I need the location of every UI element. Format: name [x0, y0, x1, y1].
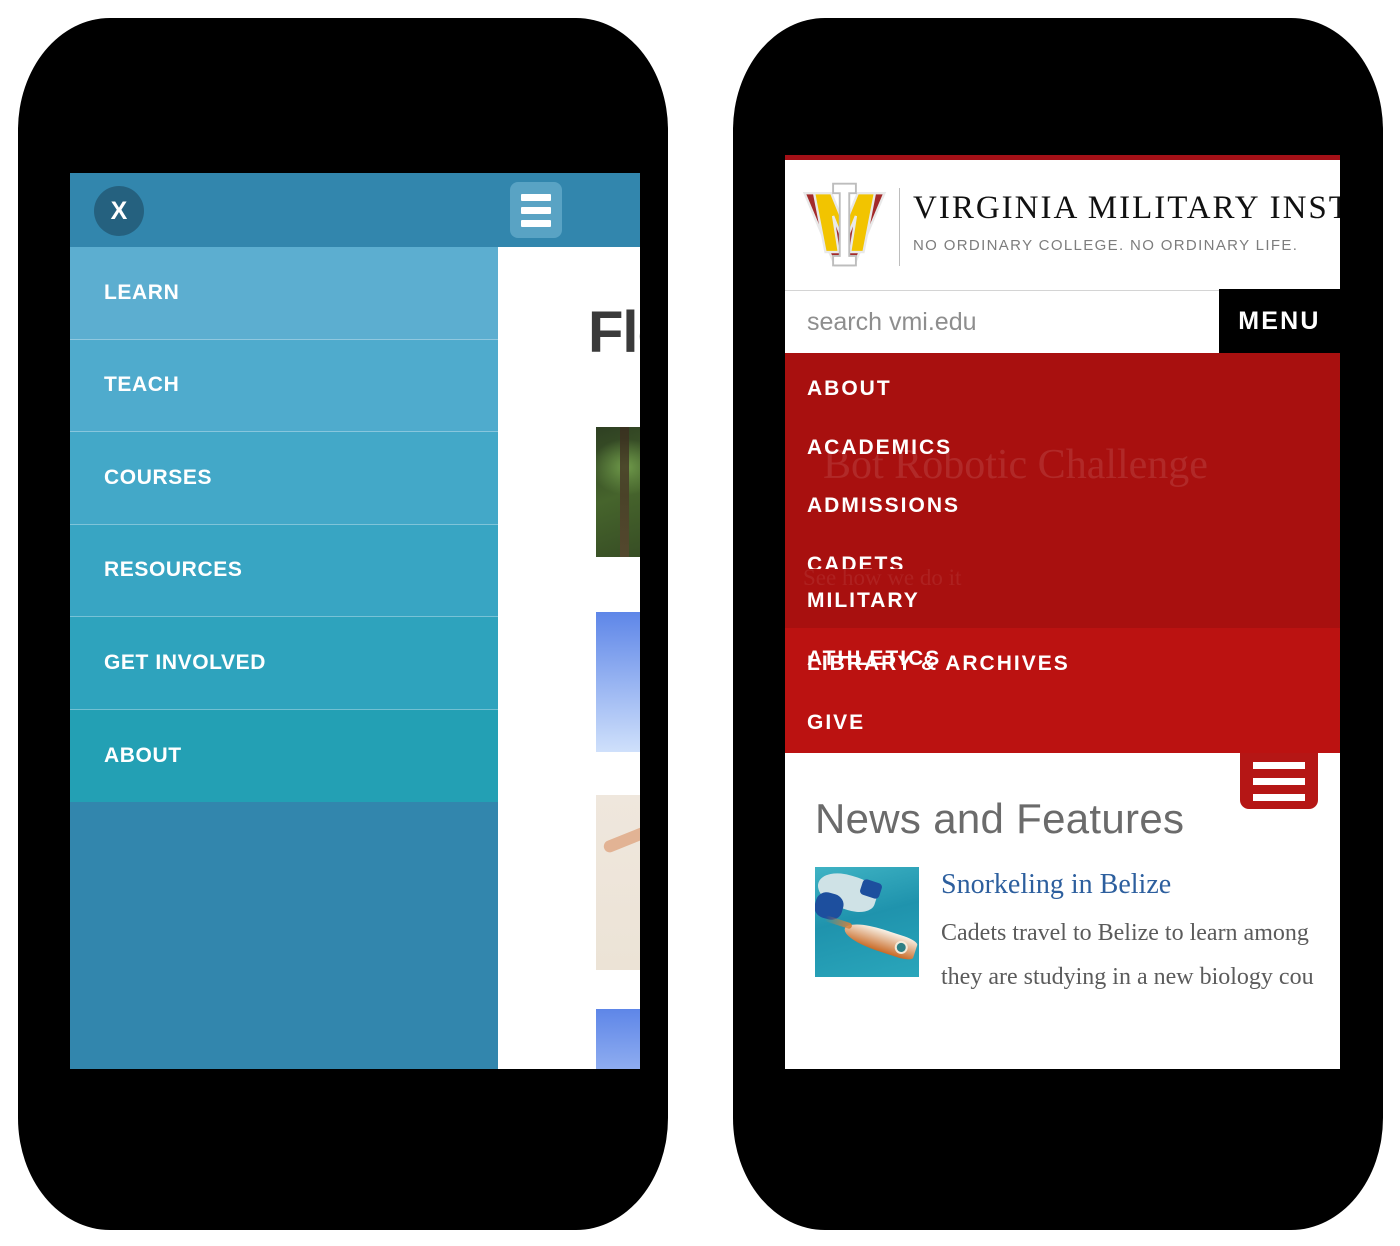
nav-item-military-label[interactable]: MILITARY: [807, 589, 920, 613]
sidebar-item-resources[interactable]: RESOURCES: [70, 524, 498, 617]
squid: [841, 918, 919, 962]
news-section: News and Features Snorkeling in Belize C…: [785, 753, 1340, 1069]
sidebar-item-teach[interactable]: TEACH: [70, 339, 498, 432]
sidebar-item-learn[interactable]: LEARN: [70, 247, 498, 340]
burger-bar: [521, 206, 551, 214]
news-body-text: Cadets travel to Belize to learn among t…: [941, 911, 1340, 999]
page-title: Flex: [588, 300, 640, 365]
screen-right: VIRGINIA MILITARY INSTITUTE NO ORDINARY …: [785, 155, 1340, 1069]
close-x-icon[interactable]: X: [94, 186, 144, 236]
burger-bar: [521, 193, 551, 201]
burger-bar: [1253, 777, 1305, 785]
screenshot-sidebar: [596, 1009, 640, 1069]
left-topbar: X: [70, 173, 640, 247]
news-headline-link[interactable]: Snorkeling in Belize: [941, 869, 1171, 901]
left-nav-footer: [70, 802, 498, 1069]
sidebar-item-get-involved[interactable]: GET INVOLVED: [70, 617, 498, 710]
news-body-line: Cadets travel to Belize to learn among: [941, 920, 1309, 946]
nav-item-give[interactable]: GIVE: [807, 711, 865, 735]
screen-left: X Flex: [70, 173, 640, 1069]
news-body-line: they are studying in a new biology cou: [941, 964, 1314, 990]
burger-bar: [521, 219, 551, 227]
logo-divider: [899, 188, 900, 266]
screenshot-thumbnail-1: [596, 612, 640, 752]
sidebar-item-about[interactable]: ABOUT: [70, 709, 498, 802]
search-row: search vmi.edu MENU: [785, 289, 1340, 353]
nav-item-academics[interactable]: ACADEMICS: [807, 436, 952, 460]
screenshot-sidebar: [596, 612, 640, 752]
left-nav-drawer: LEARN TEACH COURSES RESOURCES GET INVOLV…: [70, 247, 498, 802]
hamburger-menu-icon[interactable]: [1240, 753, 1318, 809]
forest-photo: [596, 427, 640, 557]
left-page-content: Flex: [498, 247, 640, 1069]
site-tagline: NO ORDINARY COLLEGE. NO ORDINARY LIFE.: [913, 237, 1299, 254]
woman-arm: [602, 819, 640, 855]
burger-bar: [1253, 793, 1305, 801]
burger-bar: [1253, 761, 1305, 769]
sidebar-item-courses[interactable]: COURSES: [70, 432, 498, 525]
screenshot-thumbnail-2: [596, 1009, 640, 1069]
site-wordmark: VIRGINIA MILITARY INSTITUTE: [913, 190, 1340, 226]
hamburger-menu-icon[interactable]: [510, 182, 562, 238]
snorkeling-thumbnail[interactable]: [815, 867, 919, 977]
brand-lockup: VIRGINIA MILITARY INSTITUTE NO ORDINARY …: [913, 190, 1340, 255]
nav-item-about[interactable]: ABOUT: [807, 377, 892, 401]
section-title: News and Features: [815, 795, 1185, 842]
site-header: VIRGINIA MILITARY INSTITUTE NO ORDINARY …: [785, 160, 1340, 291]
nav-item-admissions[interactable]: ADMISSIONS: [807, 494, 960, 518]
search-input[interactable]: search vmi.edu: [785, 291, 1219, 353]
vmi-monogram-logo[interactable]: [797, 178, 892, 273]
menu-button[interactable]: MENU: [1219, 289, 1340, 353]
jumping-woman-photo: [596, 795, 640, 970]
nav-item-athletics[interactable]: ATHLETICS: [807, 647, 941, 671]
